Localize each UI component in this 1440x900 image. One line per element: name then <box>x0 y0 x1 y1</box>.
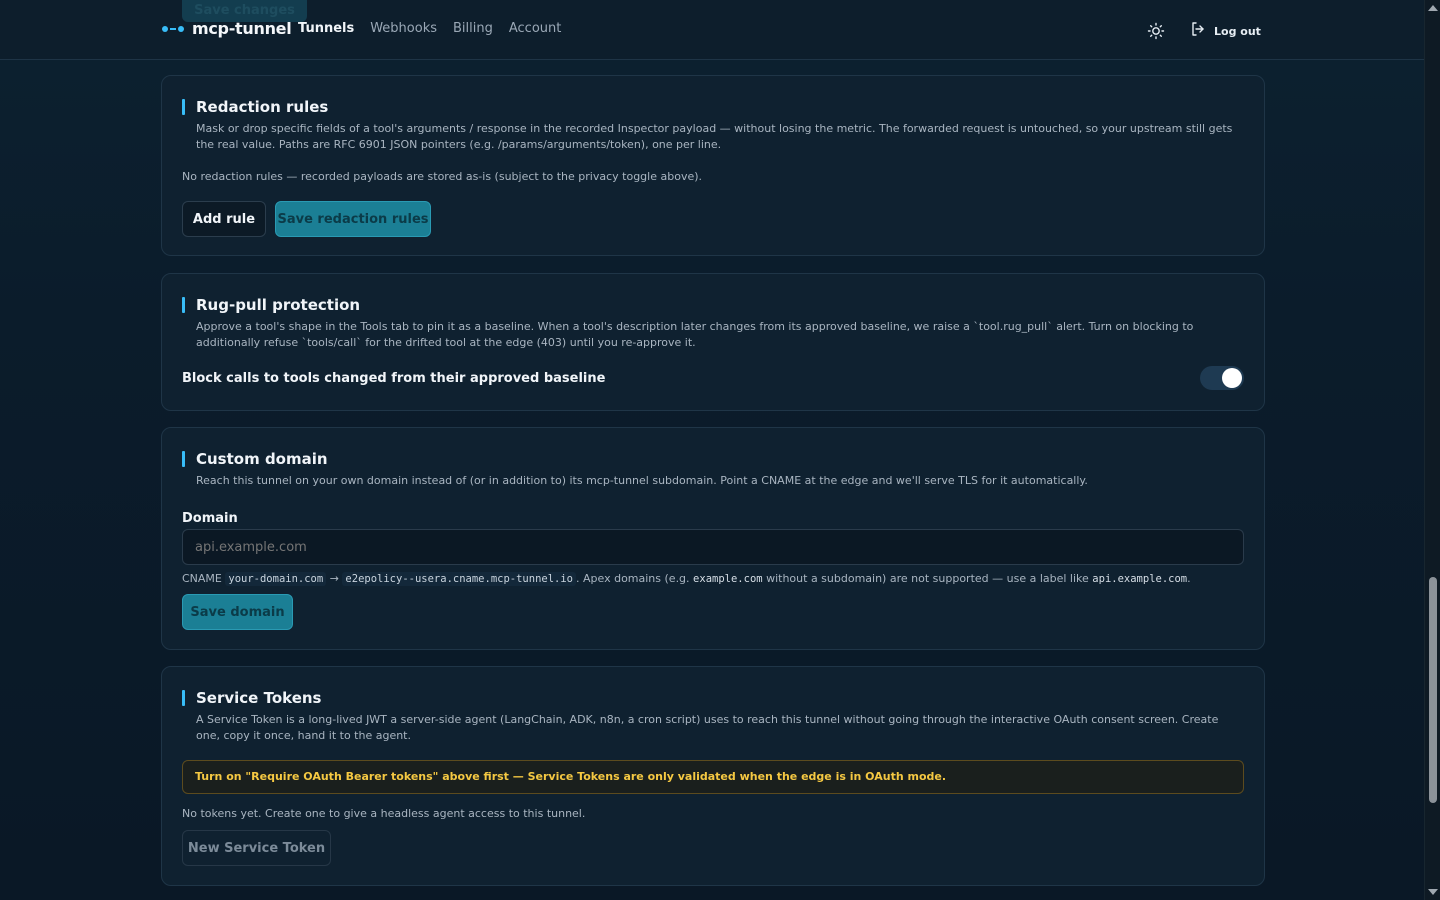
apex-note-3: . <box>1187 572 1191 585</box>
save-redaction-rules-button[interactable]: Save redaction rules <box>275 201 431 237</box>
nav-link-account[interactable]: Account <box>509 21 562 36</box>
apex-note-1: . Apex domains (e.g. <box>576 572 690 585</box>
sun-icon[interactable] <box>1147 22 1165 40</box>
rug-pull-description: Approve a tool's shape in the Tools tab … <box>196 320 1194 349</box>
scroll-down-arrow-icon[interactable] <box>1428 889 1438 895</box>
cname-arrow: → <box>329 572 339 585</box>
service-tokens-description: A Service Token is a long-lived JWT a se… <box>196 713 1219 742</box>
block-calls-label: Block calls to tools changed from their … <box>182 371 606 386</box>
custom-domain-card: Custom domain Reach this tunnel on your … <box>161 427 1265 650</box>
top-nav: Save changes mcp-tunnel Tunnels Webhooks… <box>0 0 1424 60</box>
main-nav: Tunnels Webhooks Billing Account <box>298 21 561 36</box>
cname-prefix: CNAME <box>182 572 222 585</box>
custom-domain-title: Custom domain <box>182 451 328 467</box>
rug-pull-title: Rug-pull protection <box>182 297 360 313</box>
oauth-warning-banner: Turn on "Require OAuth Bearer tokens" ab… <box>182 760 1244 794</box>
cname-target: e2epolicy--usera.cname.mcp-tunnel.io <box>342 572 576 586</box>
brand-name: mcp-tunnel <box>192 19 292 38</box>
add-rule-button[interactable]: Add rule <box>182 201 266 237</box>
tunnel-logo-icon <box>162 25 184 32</box>
page-scrollbar[interactable] <box>1424 0 1440 900</box>
save-domain-button[interactable]: Save domain <box>182 594 293 630</box>
redaction-rules-title: Redaction rules <box>182 99 328 115</box>
label-example: api.example.com <box>1092 573 1188 585</box>
nav-link-tunnels[interactable]: Tunnels <box>298 21 354 36</box>
cname-source: your-domain.com <box>225 572 327 586</box>
logout-icon <box>1190 21 1206 41</box>
logout-label: Log out <box>1214 24 1261 38</box>
nav-link-webhooks[interactable]: Webhooks <box>370 21 437 36</box>
logout-button[interactable]: Log out <box>1190 21 1261 41</box>
brand-logo[interactable]: mcp-tunnel <box>162 19 292 38</box>
redaction-empty-note: No redaction rules — recorded payloads a… <box>182 170 703 183</box>
apex-example: example.com <box>693 573 763 585</box>
nav-link-billing[interactable]: Billing <box>453 21 493 36</box>
custom-domain-description: Reach this tunnel on your own domain ins… <box>196 474 1088 487</box>
service-tokens-card: Service Tokens A Service Token is a long… <box>161 666 1265 886</box>
service-tokens-empty-note: No tokens yet. Create one to give a head… <box>182 807 586 820</box>
block-calls-toggle[interactable] <box>1200 366 1244 390</box>
redaction-rules-card: Redaction rules Mask or drop specific fi… <box>161 75 1265 256</box>
service-tokens-title: Service Tokens <box>182 690 321 706</box>
rug-pull-card: Rug-pull protection Approve a tool's sha… <box>161 273 1265 411</box>
apex-note-2: without a subdomain) are not supported —… <box>766 572 1089 585</box>
redaction-rules-description: Mask or drop specific fields of a tool's… <box>196 122 1233 151</box>
toggle-knob <box>1222 368 1242 388</box>
scroll-up-arrow-icon[interactable] <box>1428 5 1438 11</box>
new-service-token-button[interactable]: New Service Token <box>182 830 331 866</box>
domain-input[interactable] <box>182 529 1244 565</box>
scroll-thumb[interactable] <box>1429 577 1437 803</box>
cname-instructions: CNAME your-domain.com → e2epolicy--usera… <box>182 572 1191 586</box>
domain-label: Domain <box>182 511 238 526</box>
